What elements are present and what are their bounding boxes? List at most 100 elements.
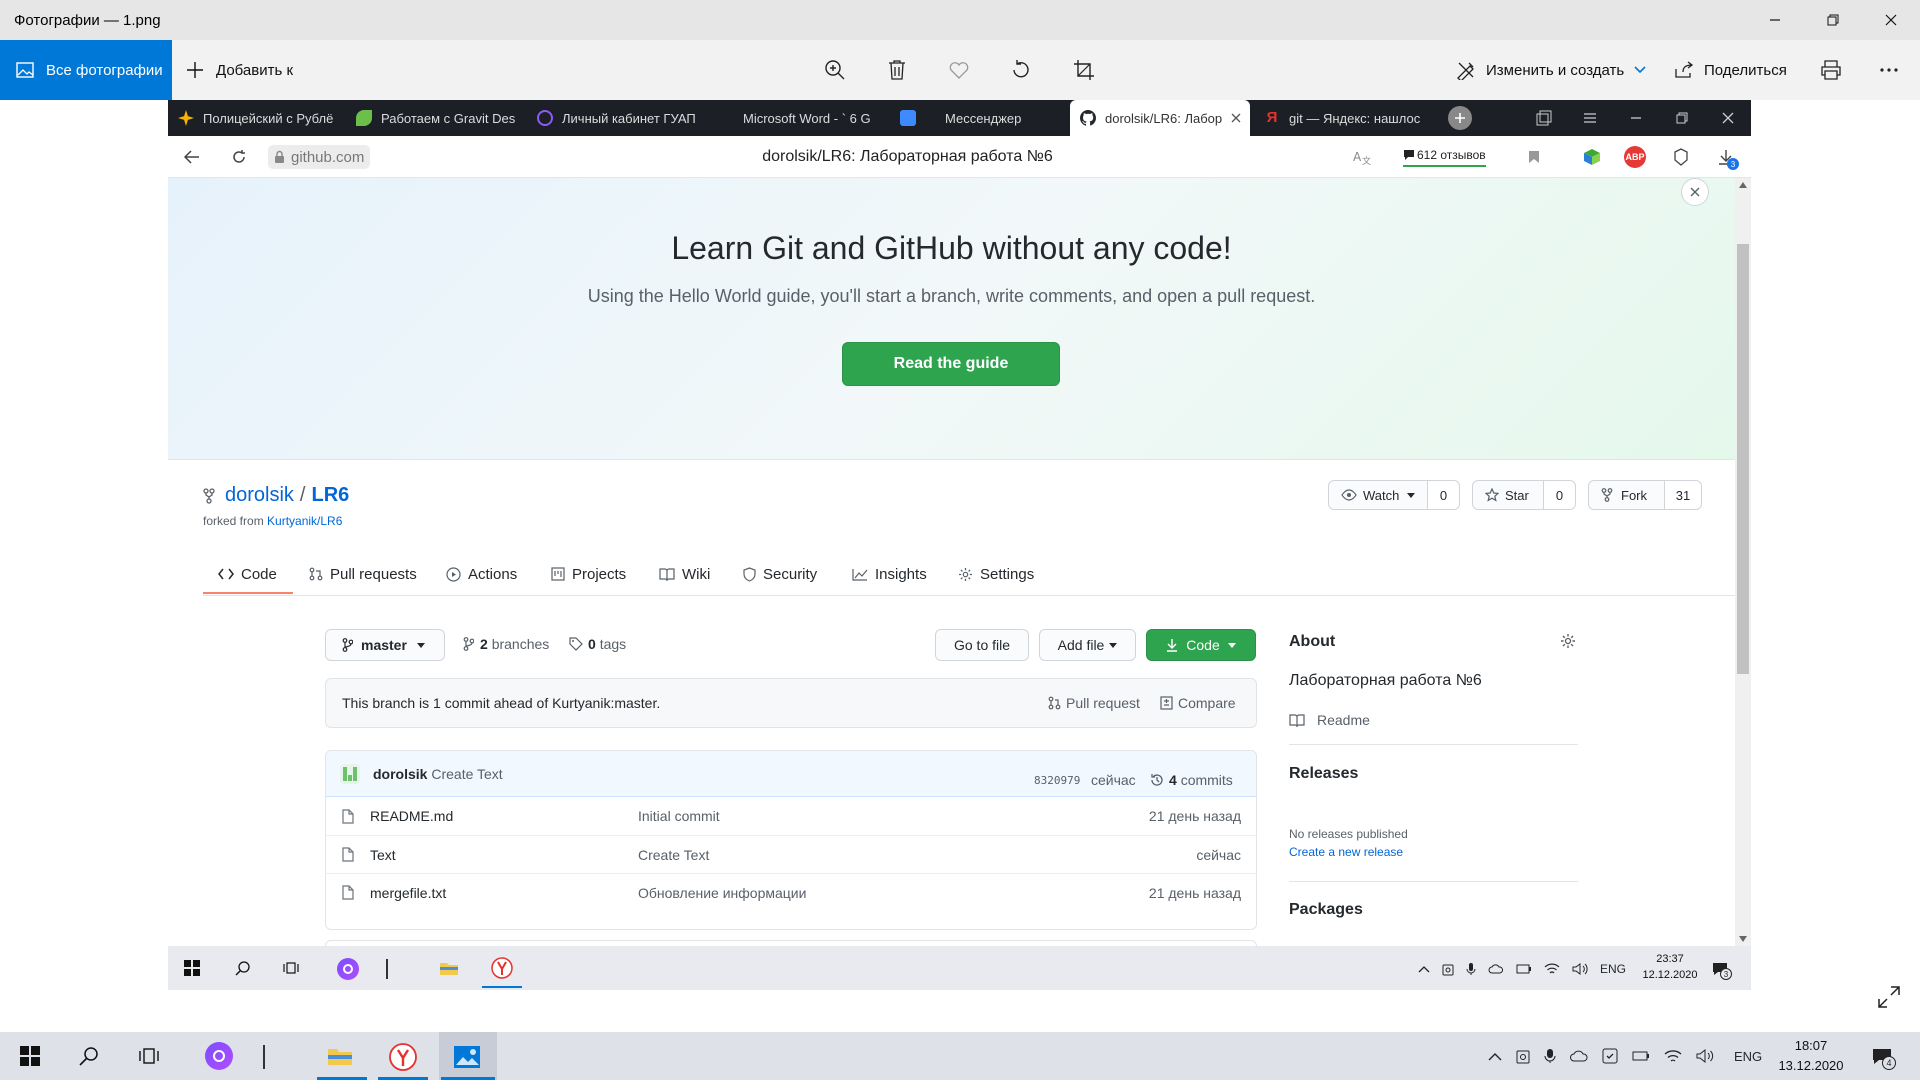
commits-link[interactable]: 4 commits xyxy=(1150,772,1233,788)
language-indicator[interactable]: ENG xyxy=(1734,1049,1762,1064)
file-name[interactable]: mergefile.txt xyxy=(370,885,638,901)
camera-icon[interactable] xyxy=(1442,962,1454,976)
photos-app-icon[interactable] xyxy=(451,1043,483,1071)
browser-tab[interactable]: Microsoft Word - ` 6 G xyxy=(708,100,886,136)
zoom-button[interactable] xyxy=(822,57,848,83)
bookmark-button[interactable] xyxy=(1524,147,1544,167)
browser-tab[interactable]: Личный кабинет ГУАП xyxy=(527,100,705,136)
table-row[interactable]: mergefile.txt Обновление информации 21 д… xyxy=(325,873,1257,911)
rotate-button[interactable] xyxy=(1008,57,1034,83)
start-button[interactable] xyxy=(182,958,202,978)
wifi-icon[interactable] xyxy=(1664,1049,1682,1063)
avatar[interactable] xyxy=(340,763,360,784)
outer-clock[interactable]: 18:07 13.12.2020 xyxy=(1776,1036,1846,1076)
minimize-button[interactable] xyxy=(1752,0,1798,40)
commit-message[interactable]: Create Text xyxy=(431,766,502,782)
code-download-button[interactable]: Code xyxy=(1146,629,1256,661)
tags-link[interactable]: 0 tags xyxy=(569,636,626,652)
commit-sha[interactable]: 8320979 xyxy=(1034,774,1080,787)
fork-count[interactable]: 31 xyxy=(1664,480,1702,510)
browser-tab[interactable]: Я git — Яндекс: нашлос xyxy=(1254,100,1422,136)
tab-actions[interactable]: Actions xyxy=(446,558,517,590)
chevron-up-icon[interactable] xyxy=(1488,1052,1502,1061)
more-button[interactable] xyxy=(1876,57,1902,83)
table-row[interactable]: Text Create Text сейчас xyxy=(325,835,1257,873)
star-button[interactable]: Star xyxy=(1472,480,1544,510)
new-tab-button[interactable] xyxy=(1448,106,1472,130)
search-button[interactable] xyxy=(77,1044,101,1068)
banner-close-button[interactable] xyxy=(1681,178,1709,206)
file-explorer-icon[interactable] xyxy=(437,958,461,978)
file-commit-message[interactable]: Create Text xyxy=(638,847,1196,863)
file-explorer-icon[interactable] xyxy=(325,1043,355,1069)
tab-settings[interactable]: Settings xyxy=(958,558,1034,590)
branch-select[interactable]: master xyxy=(325,629,445,661)
page-scrollbar[interactable] xyxy=(1735,178,1751,946)
cloud-icon[interactable] xyxy=(1570,1050,1588,1062)
repo-name-link[interactable]: LR6 xyxy=(311,484,349,507)
print-button[interactable] xyxy=(1818,57,1844,83)
forked-from-link[interactable]: Kurtyanik/LR6 xyxy=(267,514,342,528)
tab-security[interactable]: Security xyxy=(743,558,817,590)
table-row[interactable]: README.md Initial commit 21 день назад xyxy=(325,797,1257,835)
restore-button[interactable] xyxy=(1810,0,1856,40)
browser-tab[interactable]: Работаем с Gravit Des xyxy=(346,100,524,136)
repo-owner-link[interactable]: dorolsik xyxy=(225,484,294,507)
chevron-up-icon[interactable] xyxy=(1418,965,1430,973)
close-window-button[interactable] xyxy=(1868,0,1914,40)
wifi-icon[interactable] xyxy=(1544,963,1560,975)
favorite-button[interactable] xyxy=(946,57,972,83)
battery-icon[interactable] xyxy=(1516,964,1532,974)
browser-restore-button[interactable] xyxy=(1670,106,1694,130)
tab-projects[interactable]: Projects xyxy=(551,558,626,590)
file-name[interactable]: README.md xyxy=(370,808,638,824)
star-count[interactable]: 0 xyxy=(1543,480,1576,510)
microphone-icon[interactable] xyxy=(1544,1048,1556,1064)
commit-author[interactable]: dorolsik xyxy=(373,766,427,782)
compare-link[interactable]: Compare xyxy=(1160,695,1236,711)
all-photos-button[interactable]: Все фотографии xyxy=(0,40,172,100)
watch-count[interactable]: 0 xyxy=(1427,480,1460,510)
volume-icon[interactable] xyxy=(1572,962,1588,976)
start-button[interactable] xyxy=(18,1044,42,1068)
yandex-browser-icon[interactable] xyxy=(387,1041,419,1073)
browser-menu-button[interactable] xyxy=(1578,106,1602,130)
readme-link[interactable]: Readme xyxy=(1289,712,1370,728)
browser-tab-active[interactable]: dorolsik/LR6: Лабор xyxy=(1070,100,1250,136)
branches-link[interactable]: 2 branches xyxy=(463,636,549,652)
cloud-icon[interactable] xyxy=(1488,964,1504,974)
file-name[interactable]: Text xyxy=(370,847,638,863)
volume-icon[interactable] xyxy=(1696,1048,1714,1064)
file-commit-message[interactable]: Обновление информации xyxy=(638,885,1149,901)
delete-button[interactable] xyxy=(884,57,910,83)
browser-close-button[interactable] xyxy=(1716,106,1740,130)
edit-create-button[interactable]: Изменить и создать xyxy=(1456,40,1646,100)
fork-button[interactable]: Fork xyxy=(1588,480,1665,510)
tab-pull-requests[interactable]: Pull requests xyxy=(309,558,417,590)
pull-request-link[interactable]: Pull request xyxy=(1048,695,1140,711)
reviews-button[interactable]: 612 отзывов xyxy=(1403,145,1486,167)
scrollbar-thumb[interactable] xyxy=(1737,244,1749,674)
alice-icon[interactable] xyxy=(205,1042,233,1070)
tab-code[interactable]: Code xyxy=(218,558,277,590)
tab-insights[interactable]: Insights xyxy=(852,558,927,590)
go-to-file-button[interactable]: Go to file xyxy=(935,629,1029,661)
about-settings-button[interactable] xyxy=(1560,633,1576,649)
collections-button[interactable] xyxy=(1670,146,1692,168)
adblock-icon[interactable]: ABP xyxy=(1624,146,1646,168)
crop-button[interactable] xyxy=(1071,57,1097,83)
tabs-overview-button[interactable] xyxy=(1532,106,1556,130)
browser-minimize-button[interactable] xyxy=(1624,106,1648,130)
tab-wiki[interactable]: Wiki xyxy=(659,558,710,590)
translate-button[interactable]: A文 xyxy=(1351,147,1373,167)
yandex-browser-icon[interactable] xyxy=(488,954,516,982)
create-release-link[interactable]: Create a new release xyxy=(1289,845,1403,859)
action-center-button[interactable]: 3 xyxy=(1708,958,1732,980)
task-view-button[interactable] xyxy=(281,958,301,978)
add-file-button[interactable]: Add file xyxy=(1039,629,1136,661)
read-guide-button[interactable]: Read the guide xyxy=(842,342,1060,386)
add-to-button[interactable]: Добавить к xyxy=(186,40,293,100)
microphone-icon[interactable] xyxy=(1466,962,1476,976)
browser-tab[interactable]: Полицейский с Рублё xyxy=(168,100,342,136)
watch-button[interactable]: Watch xyxy=(1328,480,1428,510)
